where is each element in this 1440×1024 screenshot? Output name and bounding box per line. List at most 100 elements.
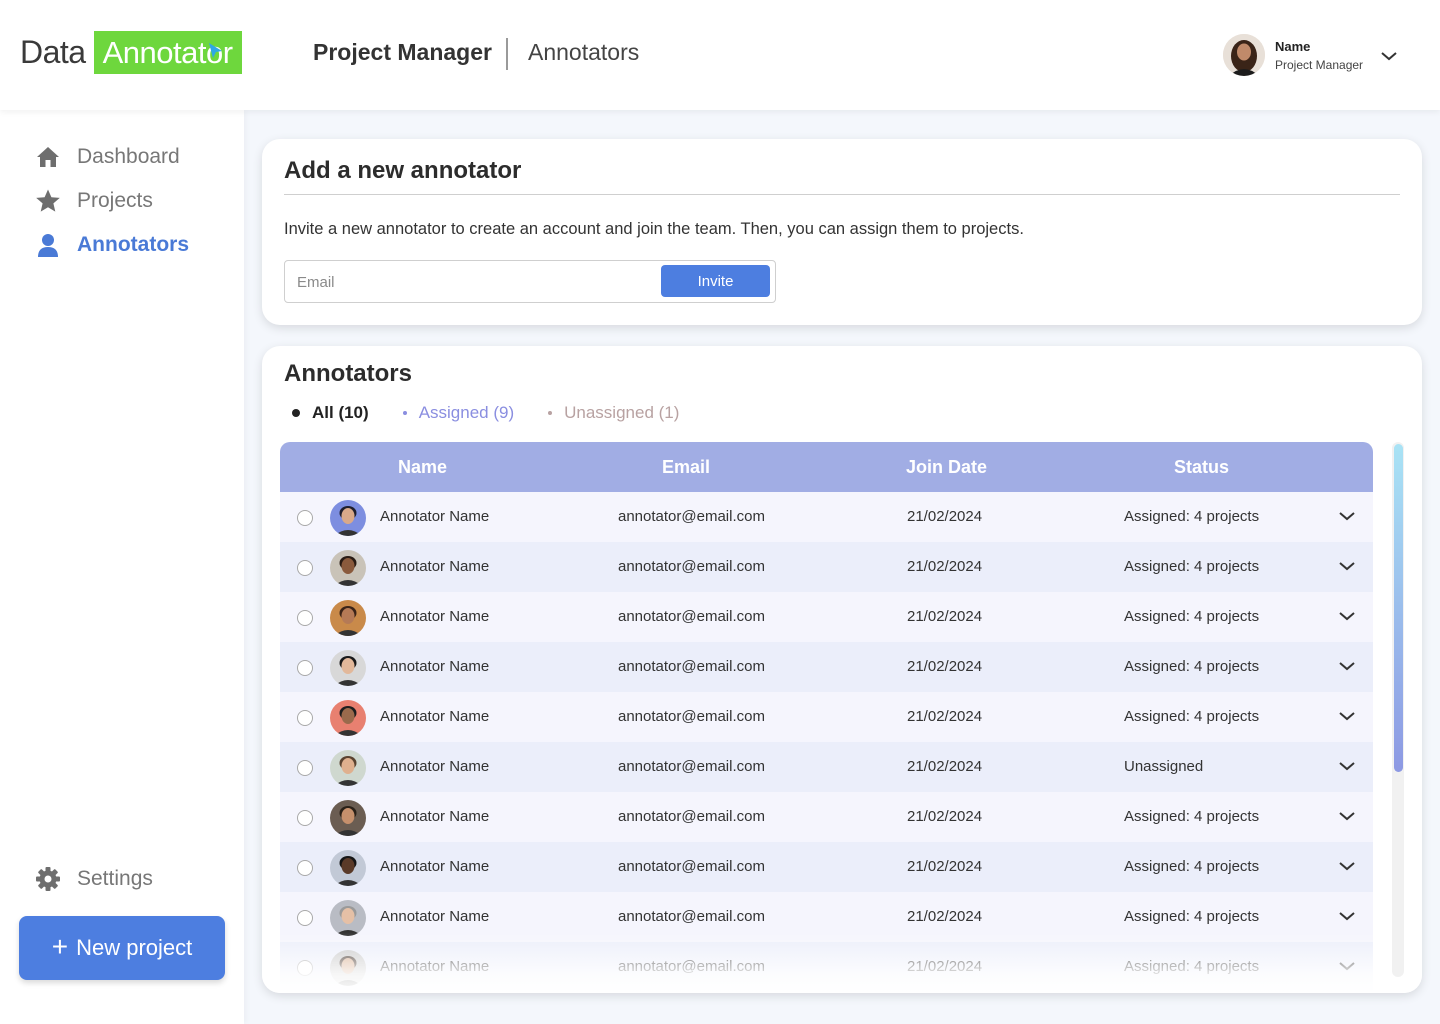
annotator-avatar xyxy=(330,800,366,836)
annotator-join-date: 21/02/2024 xyxy=(907,858,983,875)
annotator-avatar xyxy=(330,600,366,636)
new-project-label: New project xyxy=(76,935,193,960)
annotator-join-date: 21/02/2024 xyxy=(907,658,983,675)
user-role: Project Manager xyxy=(1275,57,1364,72)
column-header-name[interactable]: Name xyxy=(398,457,447,478)
logo-text-data: Data xyxy=(20,34,86,70)
annotator-status: Assigned: 4 projects xyxy=(1124,908,1260,925)
sidebar-item-label: Annotators xyxy=(77,233,189,256)
row-select-radio[interactable] xyxy=(297,610,313,626)
annotator-avatar xyxy=(330,550,366,586)
annotator-join-date: 21/02/2024 xyxy=(907,808,983,825)
bullet-icon xyxy=(402,411,407,415)
table-row[interactable]: Annotator Name annotator@email.com 21/02/2… xyxy=(280,792,1373,842)
email-input[interactable] xyxy=(297,267,657,297)
sidebar-item-projects[interactable]: Projects xyxy=(35,188,153,214)
table-row[interactable]: Annotator Name annotator@email.com 21/02/2… xyxy=(280,542,1373,592)
header-divider xyxy=(506,38,508,70)
filter-label: Assigned (9) xyxy=(418,403,515,422)
filter-assigned[interactable]: Assigned (9) xyxy=(402,403,515,423)
table-row[interactable]: Annotator Name annotator@email.com 21/02/2… xyxy=(280,592,1373,642)
annotator-email: annotator@email.com xyxy=(618,758,765,775)
chevron-down-icon[interactable] xyxy=(1338,760,1356,772)
scrollbar-thumb[interactable] xyxy=(1394,444,1403,772)
gear-icon xyxy=(35,866,61,892)
chevron-down-icon[interactable] xyxy=(1338,510,1356,522)
user-menu[interactable]: Name Project Manager xyxy=(1223,34,1363,76)
annotator-email: annotator@email.com xyxy=(618,708,765,725)
annotator-status: Assigned: 4 projects xyxy=(1124,608,1260,625)
chevron-down-icon[interactable] xyxy=(1338,860,1356,872)
chevron-down-icon[interactable] xyxy=(1338,560,1356,572)
annotators-table: Name Email Join Date Status Annotator Na… xyxy=(280,442,1373,992)
annotator-email: annotator@email.com xyxy=(618,958,765,975)
invite-form: Invite xyxy=(284,260,776,303)
table-row[interactable]: Annotator Name annotator@email.com 21/02/2… xyxy=(280,692,1373,742)
annotator-status: Assigned: 4 projects xyxy=(1124,558,1260,575)
table-row[interactable]: Annotator Name annotator@email.com 21/02/2… xyxy=(280,742,1373,792)
row-select-radio[interactable] xyxy=(297,860,313,876)
filter-unassigned[interactable]: Unassigned (1) xyxy=(548,403,679,423)
invite-button[interactable]: Invite xyxy=(661,265,770,297)
row-select-radio[interactable] xyxy=(297,910,313,926)
bullet-icon xyxy=(292,409,300,417)
table-row[interactable]: Annotator Name annotator@email.com 21/02/2… xyxy=(280,942,1373,992)
filter-all[interactable]: All (10) xyxy=(292,403,369,423)
row-select-radio[interactable] xyxy=(297,760,313,776)
annotator-join-date: 21/02/2024 xyxy=(907,958,983,975)
annotator-avatar xyxy=(330,950,366,986)
annotator-avatar xyxy=(330,750,366,786)
row-select-radio[interactable] xyxy=(297,510,313,526)
user-avatar xyxy=(1223,34,1265,76)
annotator-status: Assigned: 4 projects xyxy=(1124,508,1260,525)
plus-icon: + xyxy=(51,930,69,962)
chevron-down-icon[interactable] xyxy=(1338,810,1356,822)
annotator-status: Assigned: 4 projects xyxy=(1124,658,1260,675)
sidebar: Dashboard Projects Annotators Settings +… xyxy=(0,110,244,1024)
header-title: Project Manager xyxy=(313,39,492,65)
divider xyxy=(284,194,1400,195)
chevron-down-icon[interactable] xyxy=(1338,710,1356,722)
top-bar: Data Annotator Project Manager Annotator… xyxy=(0,0,1440,110)
annotator-join-date: 21/02/2024 xyxy=(907,508,983,525)
annotator-name: Annotator Name xyxy=(380,508,490,525)
sidebar-item-dashboard[interactable]: Dashboard xyxy=(35,144,180,170)
annotator-email: annotator@email.com xyxy=(618,808,765,825)
row-select-radio[interactable] xyxy=(297,660,313,676)
annotator-join-date: 21/02/2024 xyxy=(907,608,983,625)
annotator-email: annotator@email.com xyxy=(618,908,765,925)
annotator-name: Annotator Name xyxy=(380,658,490,675)
annotator-status: Assigned: 4 projects xyxy=(1124,958,1260,975)
column-header-email[interactable]: Email xyxy=(662,457,710,478)
chevron-down-icon[interactable] xyxy=(1338,660,1356,672)
row-select-radio[interactable] xyxy=(297,710,313,726)
column-header-join-date[interactable]: Join Date xyxy=(906,457,987,478)
annotator-email: annotator@email.com xyxy=(618,858,765,875)
chevron-down-icon[interactable] xyxy=(1338,960,1356,972)
row-select-radio[interactable] xyxy=(297,810,313,826)
sidebar-item-label: Projects xyxy=(77,189,153,212)
chevron-down-icon[interactable] xyxy=(1338,910,1356,922)
table-row[interactable]: Annotator Name annotator@email.com 21/02/2… xyxy=(280,842,1373,892)
header-section: Annotators xyxy=(528,39,640,65)
annotator-avatar xyxy=(330,500,366,536)
row-select-radio[interactable] xyxy=(297,560,313,576)
row-select-radio[interactable] xyxy=(297,960,313,976)
annotator-join-date: 21/02/2024 xyxy=(907,558,983,575)
chevron-down-icon[interactable] xyxy=(1338,610,1356,622)
table-row[interactable]: Annotator Name annotator@email.com 21/02/2… xyxy=(280,642,1373,692)
annotator-email: annotator@email.com xyxy=(618,558,765,575)
annotators-card: Annotators All (10) Assigned (9) Unassig… xyxy=(262,346,1422,993)
table-row[interactable]: Annotator Name annotator@email.com 21/02/2… xyxy=(280,892,1373,942)
star-icon xyxy=(35,188,61,214)
sidebar-item-annotators[interactable]: Annotators xyxy=(35,232,189,258)
new-project-button[interactable]: + New project xyxy=(19,916,225,980)
annotator-status: Assigned: 4 projects xyxy=(1124,708,1260,725)
table-row[interactable]: Annotator Name annotator@email.com 21/02/2… xyxy=(280,492,1373,542)
annotator-join-date: 21/02/2024 xyxy=(907,758,983,775)
annotators-title: Annotators xyxy=(284,360,412,387)
chevron-down-icon[interactable] xyxy=(1380,50,1398,62)
column-header-status[interactable]: Status xyxy=(1174,457,1229,478)
filter-label: Unassigned (1) xyxy=(564,403,680,422)
sidebar-item-settings[interactable]: Settings xyxy=(35,866,153,892)
